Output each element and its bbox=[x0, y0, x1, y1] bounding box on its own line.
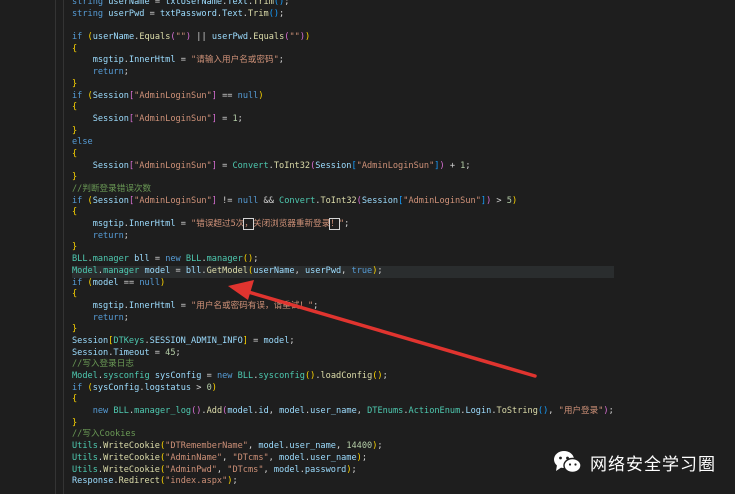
watermark-text: 网络安全学习圈 bbox=[590, 454, 716, 475]
red-arrow-annotation bbox=[228, 280, 537, 378]
watermark: 网络安全学习圈 bbox=[552, 446, 716, 478]
code-editor[interactable]: string userName = txtUserName.Text.Trim(… bbox=[0, 0, 735, 494]
wechat-icon bbox=[554, 451, 582, 474]
